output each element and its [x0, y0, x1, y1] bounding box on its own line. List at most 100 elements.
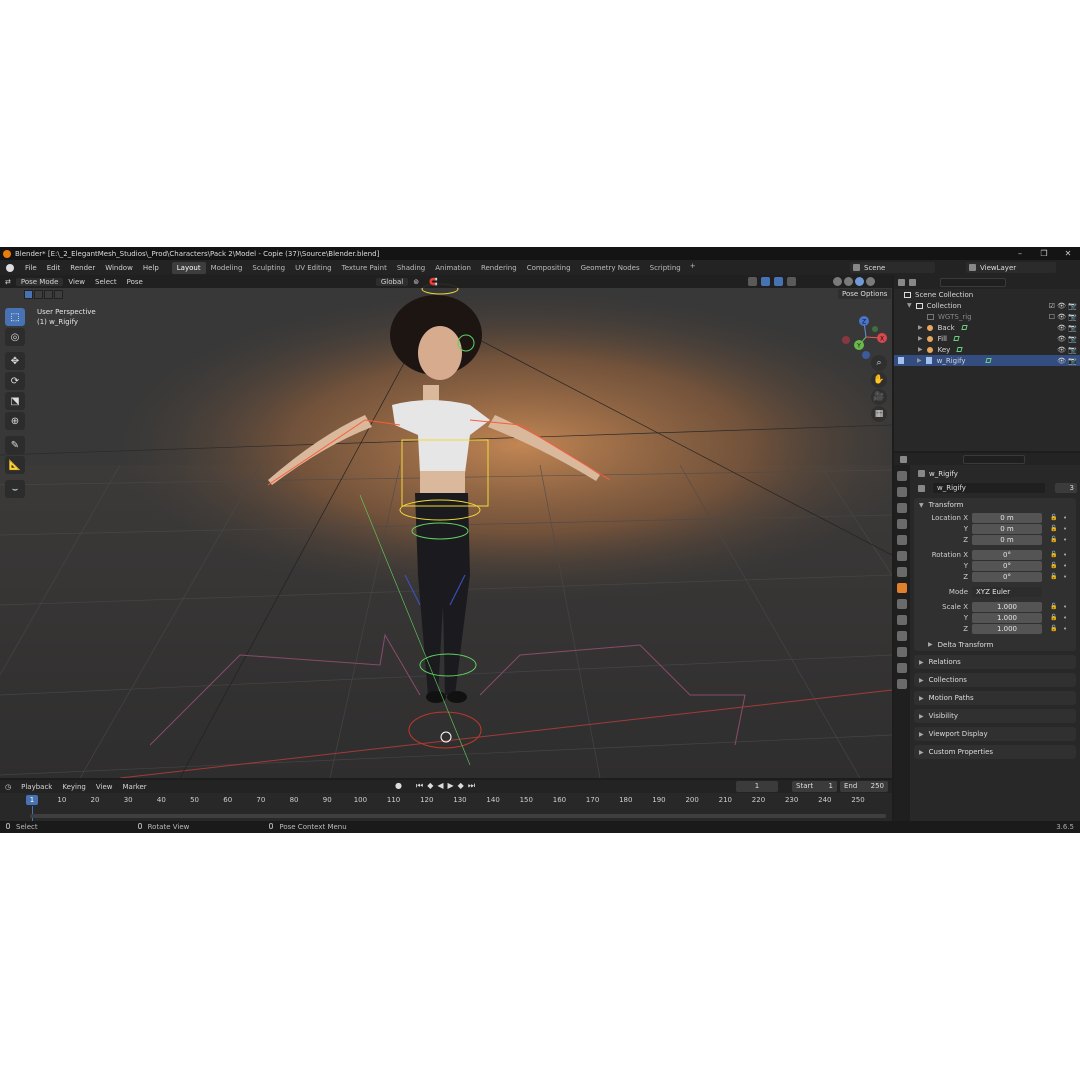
scale-x-field[interactable]: 1.000: [972, 601, 1042, 612]
transform-orientation-dropdown[interactable]: Global: [375, 277, 409, 286]
relax-pose-tool-icon[interactable]: ⌣: [5, 480, 25, 498]
keyframe-dot-icon[interactable]: •: [1063, 514, 1067, 522]
wireframe-shading-icon[interactable]: [833, 277, 842, 286]
properties-editor-icon[interactable]: [900, 455, 907, 463]
start-frame-field[interactable]: Start 1: [792, 781, 837, 792]
rotation-y-field[interactable]: 0°: [972, 560, 1042, 571]
tab-uv-editing[interactable]: UV Editing: [290, 262, 337, 274]
camera-icon[interactable]: 📷: [1068, 346, 1077, 354]
expand-arrow-icon[interactable]: ▶: [917, 357, 922, 364]
blender-menu-icon[interactable]: [6, 263, 14, 272]
tab-layout[interactable]: Layout: [171, 261, 206, 274]
keyframe-dot-icon[interactable]: •: [1063, 603, 1067, 611]
output-tab-icon[interactable]: [897, 503, 907, 513]
properties-search-input[interactable]: [963, 454, 1025, 464]
tab-rendering[interactable]: Rendering: [476, 262, 522, 274]
timeline-menu-playback[interactable]: Playback: [16, 783, 57, 791]
end-frame-field[interactable]: End 250: [840, 781, 888, 792]
eye-icon[interactable]: 👁: [1057, 335, 1066, 343]
jump-end-icon[interactable]: ⏭: [468, 781, 475, 791]
select-invert-icon[interactable]: [54, 290, 63, 299]
lock-icon[interactable]: 🔓: [1050, 525, 1057, 532]
rotation-x-field[interactable]: 0°: [972, 549, 1042, 560]
view-layer-tab-icon[interactable]: [897, 519, 907, 529]
constraints-tab-icon[interactable]: [897, 631, 907, 641]
tab-compositing[interactable]: Compositing: [522, 262, 576, 274]
visibility-icon[interactable]: [748, 277, 757, 286]
modifier-tab-icon[interactable]: [897, 599, 907, 609]
viewport-menu-view[interactable]: View: [63, 278, 90, 286]
pose-mode-icon[interactable]: [898, 357, 904, 364]
material-preview-shading-icon[interactable]: [855, 277, 864, 286]
ortho-grid-icon[interactable]: ▦: [871, 406, 887, 422]
eye-icon[interactable]: 👁: [1057, 302, 1066, 310]
lock-icon[interactable]: 🔓: [1050, 536, 1057, 543]
scene-tab-icon[interactable]: [897, 535, 907, 545]
collection-tab-icon[interactable]: [897, 567, 907, 577]
rotation-z-field[interactable]: 0°: [972, 571, 1042, 582]
timeline-menu-view[interactable]: View: [91, 783, 118, 791]
auto-key-icon[interactable]: ●: [395, 781, 402, 791]
outliner-row-scene-collection[interactable]: Scene Collection: [894, 289, 1080, 300]
tab-modeling[interactable]: Modeling: [206, 262, 248, 274]
move-tool-icon[interactable]: ✥: [5, 352, 25, 370]
gizmo-toggle-icon[interactable]: [761, 277, 770, 286]
outliner-editor-icon[interactable]: [898, 278, 905, 286]
play-reverse-icon[interactable]: ◀: [437, 781, 443, 791]
lock-icon[interactable]: 🔓: [1050, 625, 1057, 632]
keyframe-dot-icon[interactable]: •: [1063, 573, 1067, 581]
viewport-display-panel[interactable]: ▶ Viewport Display: [914, 727, 1076, 741]
pose-options-dropdown[interactable]: Pose Options: [838, 289, 892, 299]
camera-icon[interactable]: 📷: [1068, 357, 1077, 365]
lock-icon[interactable]: 🔓: [1050, 614, 1057, 621]
delta-transform-subpanel[interactable]: ▶ Delta Transform: [914, 638, 1076, 651]
xray-toggle-icon[interactable]: [787, 277, 796, 286]
timeline-menu-marker[interactable]: Marker: [117, 783, 151, 791]
lock-icon[interactable]: 🔓: [1050, 514, 1057, 521]
snap-icon[interactable]: 🧲: [424, 278, 443, 286]
tab-animation[interactable]: Animation: [430, 262, 476, 274]
timeline-menu-keying[interactable]: Keying: [57, 783, 91, 791]
keyframe-dot-icon[interactable]: •: [1063, 562, 1067, 570]
playhead-label[interactable]: 1: [26, 795, 38, 805]
location-z-field[interactable]: 0 m: [972, 534, 1042, 545]
scale-tool-icon[interactable]: ⬔: [5, 392, 25, 410]
tab-texture-paint[interactable]: Texture Paint: [337, 262, 392, 274]
navigation-gizmo[interactable]: Z X Y: [838, 313, 892, 359]
outliner-row-fill[interactable]: ▶ Fill 👁 📷: [894, 333, 1080, 344]
camera-icon[interactable]: 📷: [1068, 335, 1077, 343]
lock-icon[interactable]: 🔓: [1050, 562, 1057, 569]
keyframe-dot-icon[interactable]: •: [1063, 625, 1067, 633]
maximize-button[interactable]: ❐: [1032, 247, 1056, 260]
eye-icon[interactable]: 👁: [1057, 313, 1066, 321]
lock-icon[interactable]: 🔓: [1050, 603, 1057, 610]
eye-icon[interactable]: 👁: [1057, 324, 1066, 332]
zoom-icon[interactable]: ⌕: [871, 355, 887, 371]
tab-sculpting[interactable]: Sculpting: [247, 262, 290, 274]
outliner-row-key[interactable]: ▶ Key 👁 📷: [894, 344, 1080, 355]
scale-y-field[interactable]: 1.000: [972, 612, 1042, 623]
viewport-menu-pose[interactable]: Pose: [122, 278, 148, 286]
jump-start-icon[interactable]: ⏮: [416, 781, 423, 791]
physics-tab-icon[interactable]: [897, 615, 907, 625]
custom-properties-panel[interactable]: ▶ Custom Properties: [914, 745, 1076, 759]
3d-viewport[interactable]: ⇄ Pose Mode View Select Pose Global ⊚ 🧲: [0, 275, 892, 778]
menu-render[interactable]: Render: [65, 264, 100, 272]
mode-dropdown[interactable]: Pose Mode: [15, 277, 64, 286]
keyframe-dot-icon[interactable]: •: [1063, 551, 1067, 559]
prev-keyframe-icon[interactable]: ◆: [427, 781, 433, 791]
render-tab-icon[interactable]: [897, 487, 907, 497]
eye-icon[interactable]: 👁: [1057, 357, 1066, 365]
select-new-icon[interactable]: [24, 290, 33, 299]
tab-geometry-nodes[interactable]: Geometry Nodes: [576, 262, 645, 274]
pivot-point-icon[interactable]: ⊚: [408, 278, 424, 286]
add-workspace-button[interactable]: +: [686, 262, 700, 274]
select-extend-icon[interactable]: [34, 290, 43, 299]
lock-icon[interactable]: 🔓: [1050, 551, 1057, 558]
world-tab-icon[interactable]: [897, 551, 907, 561]
view-layer-selector[interactable]: ViewLayer: [966, 262, 1056, 273]
minimize-button[interactable]: –: [1008, 247, 1032, 260]
play-icon[interactable]: ▶: [448, 781, 454, 791]
menu-file[interactable]: File: [20, 264, 42, 272]
menu-help[interactable]: Help: [138, 264, 164, 272]
